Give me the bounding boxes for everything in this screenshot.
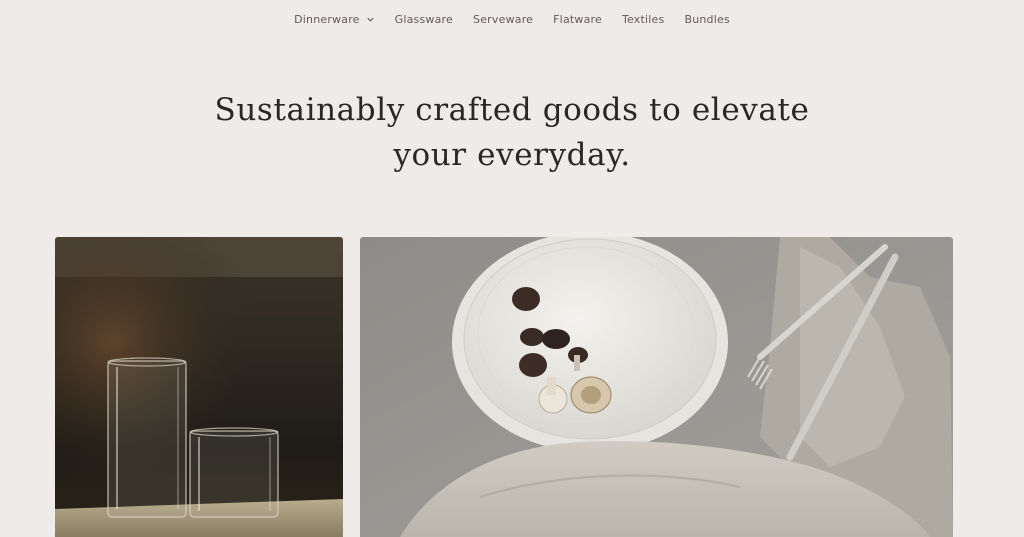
hero-heading-line1: Sustainably crafted goods to elevate xyxy=(214,92,810,128)
nav-item-flatware[interactable]: Flatware xyxy=(543,13,612,26)
nav-item-label: Bundles xyxy=(684,12,730,26)
nav-item-label: Serveware xyxy=(473,12,534,26)
nav-item-textiles[interactable]: Textiles xyxy=(612,13,674,26)
glassware-image[interactable] xyxy=(55,237,343,537)
dinnerware-photo xyxy=(360,237,953,537)
nav-item-bundles[interactable]: Bundles xyxy=(674,13,739,26)
nav-item-label: Textiles xyxy=(621,12,665,26)
main-nav: Dinnerware Glassware Serveware Flatware … xyxy=(0,0,1024,38)
glassware-photo xyxy=(55,237,343,537)
nav-item-label: Dinnerware xyxy=(294,12,360,26)
hero-heading-line2: your everyday. xyxy=(393,137,631,173)
nav-item-label: Glassware xyxy=(394,12,454,26)
nav-item-dinnerware[interactable]: Dinnerware xyxy=(284,13,385,26)
chevron-down-icon xyxy=(367,17,374,22)
hero-heading: Sustainably crafted goods to elevate you… xyxy=(0,88,1024,178)
nav-item-serveware[interactable]: Serveware xyxy=(463,13,543,26)
dinnerware-image[interactable] xyxy=(360,237,953,537)
nav-item-glassware[interactable]: Glassware xyxy=(385,13,463,26)
nav-item-label: Flatware xyxy=(553,12,602,26)
